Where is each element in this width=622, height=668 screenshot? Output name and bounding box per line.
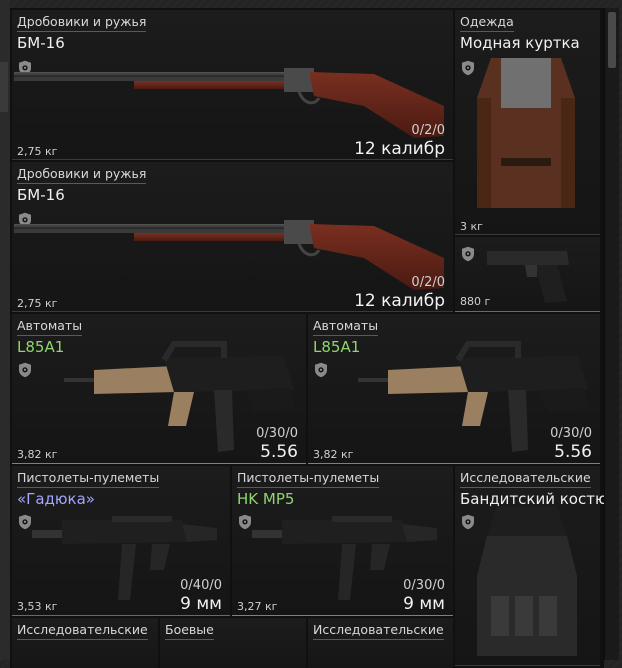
- inventory-item-partial-1[interactable]: Исследовательские: [12, 618, 158, 668]
- inventory-item-bm16-2[interactable]: Дробовики и ружья БМ-16 2,75 кг 0/2/0 12…: [12, 162, 453, 312]
- item-weight: 3,82 кг: [313, 448, 354, 461]
- item-ammo: 0/30/0: [403, 578, 445, 593]
- item-caliber: 9 мм: [180, 594, 222, 614]
- shield-icon: [314, 362, 328, 378]
- inventory-item-jacket[interactable]: Одежда Модная куртка 3 кг: [455, 10, 600, 235]
- inventory-item-partial-3[interactable]: Исследовательские: [308, 618, 453, 668]
- item-name: БМ-16: [17, 186, 65, 204]
- item-ammo: 0/40/0: [180, 578, 222, 593]
- shield-icon: [238, 514, 252, 530]
- item-category: Исследовательские: [460, 470, 591, 488]
- item-category: Дробовики и ружья: [17, 166, 147, 184]
- item-caliber: 12 калибр: [354, 139, 445, 159]
- inventory-item-l85a1-1[interactable]: Автоматы L85A1 3,82 кг 0/30/0 5.56: [12, 314, 306, 464]
- item-category: Одежда: [460, 14, 514, 32]
- item-ammo: 0/30/0: [550, 426, 592, 441]
- pistol-image: [485, 245, 575, 305]
- shotgun-image: [14, 54, 454, 144]
- item-category: Боевые: [165, 622, 214, 640]
- item-ammo: 0/30/0: [256, 426, 298, 441]
- item-caliber: 5.56: [554, 442, 592, 462]
- inventory-item-partial-2[interactable]: Боевые: [160, 618, 306, 668]
- item-caliber: 5.56: [260, 442, 298, 462]
- item-category: Исследовательские: [17, 622, 148, 640]
- inventory-item-mp5[interactable]: Пистолеты-пулеметы HK MP5 3,27 кг 0/30/0…: [232, 466, 453, 616]
- inventory-item-gadyuka[interactable]: Пистолеты-пулеметы «Гадюка» 3,53 кг 0/40…: [12, 466, 230, 616]
- item-category: Пистолеты-пулеметы: [17, 470, 160, 488]
- shield-icon: [18, 514, 32, 530]
- item-caliber: 9 мм: [403, 594, 445, 614]
- item-ammo: 0/2/0: [411, 123, 445, 138]
- item-category: Дробовики и ружья: [17, 14, 147, 32]
- jacket-image: [471, 38, 581, 218]
- item-caliber: 12 калибр: [354, 291, 445, 311]
- item-weight: 3,53 кг: [17, 600, 58, 613]
- inventory-item-pistol[interactable]: 880 г: [455, 237, 600, 312]
- left-edge-strip: [0, 0, 10, 660]
- item-weight: 2,75 кг: [17, 145, 58, 158]
- item-weight: 3 кг: [460, 220, 483, 233]
- item-category: Исследовательские: [313, 622, 444, 640]
- scrollbar-thumb[interactable]: [608, 12, 616, 68]
- item-weight: 880 г: [460, 295, 491, 308]
- item-ammo: 0/2/0: [411, 275, 445, 290]
- item-name: L85A1: [313, 338, 361, 356]
- shotgun-image: [14, 206, 454, 296]
- item-name: L85A1: [17, 338, 65, 356]
- item-name: БМ-16: [17, 34, 65, 52]
- item-weight: 3,82 кг: [17, 448, 58, 461]
- inventory-item-bm16-1[interactable]: Дробовики и ружья БМ-16 2,75 кг 0/2/0 12…: [12, 10, 453, 160]
- inventory-item-l85a1-2[interactable]: Автоматы L85A1 3,82 кг 0/30/0 5.56: [308, 314, 600, 464]
- item-weight: 2,75 кг: [17, 297, 58, 310]
- inventory-item-bandit-suit[interactable]: Исследовательские Бандитский костюм: [455, 466, 604, 666]
- item-category: Пистолеты-пулеметы: [237, 470, 380, 488]
- scrollbar[interactable]: [604, 8, 619, 660]
- item-weight: 3,27 кг: [237, 600, 278, 613]
- shield-icon: [461, 246, 475, 262]
- shield-icon: [18, 362, 32, 378]
- inventory-panel: Дробовики и ружья БМ-16 2,75 кг 0/2/0 12…: [10, 8, 604, 668]
- vest-image: [467, 506, 587, 666]
